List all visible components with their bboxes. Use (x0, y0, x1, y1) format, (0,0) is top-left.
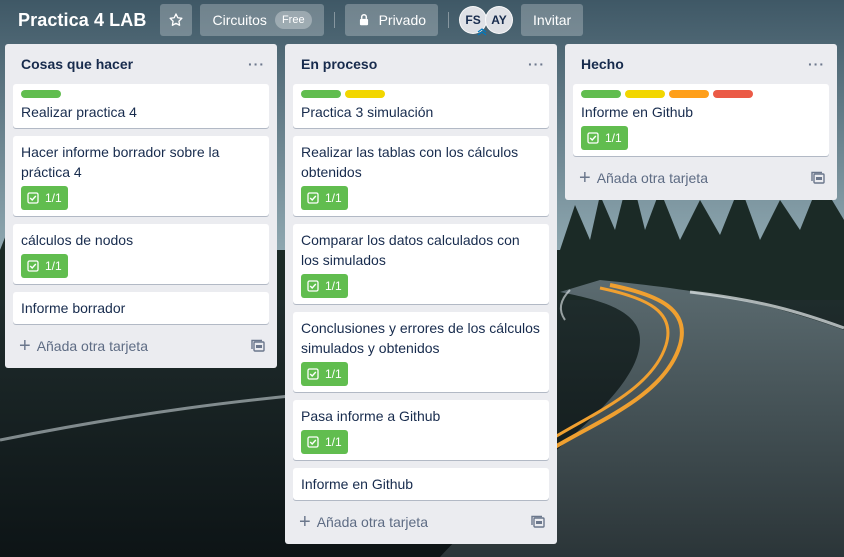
star-icon (169, 13, 184, 26)
card-title: Comparar los datos calculados con los si… (301, 232, 520, 268)
checkbox-icon (307, 192, 319, 204)
checkbox-icon (307, 280, 319, 292)
board-header: Practica 4 LAB Circuitos Free Privado FS… (0, 0, 844, 40)
add-card-label: Añada otra tarjeta (316, 514, 428, 530)
checklist-count: 1/1 (325, 279, 342, 293)
admin-chevron-icon (477, 28, 487, 36)
add-card-group: + Añada otra tarjeta (299, 511, 428, 533)
template-icon[interactable] (811, 171, 825, 185)
checklist-badge: 1/1 (301, 186, 348, 210)
card-labels (21, 90, 261, 98)
card-title: Hacer informe borrador sobre la práctica… (21, 144, 220, 180)
team-button[interactable]: Circuitos Free (200, 4, 324, 36)
plus-icon: + (299, 511, 311, 533)
add-card-group: + Añada otra tarjeta (579, 167, 708, 189)
card-title: Pasa informe a Github (301, 408, 441, 424)
checklist-count: 1/1 (325, 191, 342, 205)
checklist-count: 1/1 (325, 367, 342, 381)
plan-badge: Free (274, 11, 312, 29)
label-orange[interactable] (669, 90, 709, 98)
plus-icon: + (579, 167, 591, 189)
checklist-count: 1/1 (325, 435, 342, 449)
list-title[interactable]: Cosas que hacer (21, 56, 133, 72)
checkbox-icon (27, 192, 39, 204)
card[interactable]: Informe en Github (293, 468, 549, 500)
card-title: Informe borrador (21, 300, 126, 316)
card[interactable]: Informe en Github 1/1 (573, 84, 829, 156)
list-header: En proceso ··· (293, 44, 549, 84)
card[interactable]: Practica 3 simulación (293, 84, 549, 128)
checklist-count: 1/1 (45, 191, 62, 205)
card[interactable]: Informe borrador (13, 292, 269, 324)
card-title: Informe en Github (581, 104, 694, 120)
card[interactable]: Hacer informe borrador sobre la práctica… (13, 136, 269, 216)
card[interactable]: Realizar practica 4 (13, 84, 269, 128)
plus-icon: + (19, 335, 31, 357)
template-icon[interactable] (251, 339, 265, 353)
add-card-button[interactable]: + Añada otra tarjeta (13, 332, 269, 360)
card-labels (301, 90, 541, 98)
more-options-icon[interactable]: ··· (248, 56, 265, 72)
add-card-label: Añada otra tarjeta (596, 170, 708, 186)
star-button[interactable] (160, 4, 193, 36)
more-options-icon[interactable]: ··· (808, 56, 825, 72)
list-title[interactable]: En proceso (301, 56, 377, 72)
header-divider (333, 12, 335, 28)
visibility-button[interactable]: Privado (344, 4, 439, 36)
label-red[interactable] (713, 90, 753, 98)
list-header: Hecho ··· (573, 44, 829, 84)
label-green[interactable] (21, 90, 61, 98)
card-title: Conclusiones y errores de los cálculos s… (301, 320, 540, 356)
list-header: Cosas que hacer ··· (13, 44, 269, 84)
member-avatars: FS AY (459, 6, 514, 36)
checkbox-icon (307, 436, 319, 448)
list-title[interactable]: Hecho (581, 56, 624, 72)
checklist-badge: 1/1 (301, 274, 348, 298)
label-green[interactable] (301, 90, 341, 98)
card[interactable]: Realizar las tablas con los cálculos obt… (293, 136, 549, 216)
checklist-badge: 1/1 (301, 362, 348, 386)
add-card-label: Añada otra tarjeta (36, 338, 148, 354)
list-hecho: Hecho ··· Informe en Github 1/1 + Añada … (565, 44, 837, 200)
team-label: Circuitos (212, 12, 267, 28)
card-title: Informe en Github (301, 476, 414, 492)
checklist-badge: 1/1 (21, 254, 68, 278)
board-title[interactable]: Practica 4 LAB (8, 10, 152, 31)
avatar[interactable]: AY (485, 6, 514, 34)
template-icon[interactable] (531, 515, 545, 529)
header-divider (448, 12, 450, 28)
card-title: Realizar practica 4 (21, 104, 137, 120)
card-title: Realizar las tablas con los cálculos obt… (301, 144, 519, 180)
checkbox-icon (307, 368, 319, 380)
more-options-icon[interactable]: ··· (528, 56, 545, 72)
add-card-group: + Añada otra tarjeta (19, 335, 148, 357)
lock-icon (359, 14, 368, 26)
card[interactable]: Conclusiones y errores de los cálculos s… (293, 312, 549, 392)
card[interactable]: cálculos de nodos 1/1 (13, 224, 269, 284)
list-cosas-que-hacer: Cosas que hacer ··· Realizar practica 4 … (5, 44, 277, 368)
label-green[interactable] (581, 90, 621, 98)
card-title: Practica 3 simulación (301, 104, 434, 120)
checklist-badge: 1/1 (21, 186, 68, 210)
visibility-label: Privado (378, 12, 427, 28)
checklist-badge: 1/1 (581, 126, 628, 150)
card[interactable]: Comparar los datos calculados con los si… (293, 224, 549, 304)
label-yellow[interactable] (345, 90, 385, 98)
list-en-proceso: En proceso ··· Practica 3 simulación Rea… (285, 44, 557, 544)
add-card-button[interactable]: + Añada otra tarjeta (573, 164, 829, 192)
checkbox-icon (587, 132, 599, 144)
label-yellow[interactable] (625, 90, 665, 98)
card-labels (581, 90, 821, 98)
card[interactable]: Pasa informe a Github 1/1 (293, 400, 549, 460)
add-card-button[interactable]: + Añada otra tarjeta (293, 508, 549, 536)
checklist-count: 1/1 (45, 259, 62, 273)
invite-button[interactable]: Invitar (521, 4, 584, 36)
checkbox-icon (27, 260, 39, 272)
checklist-count: 1/1 (605, 131, 622, 145)
card-title: cálculos de nodos (21, 232, 134, 248)
checklist-badge: 1/1 (301, 430, 348, 454)
